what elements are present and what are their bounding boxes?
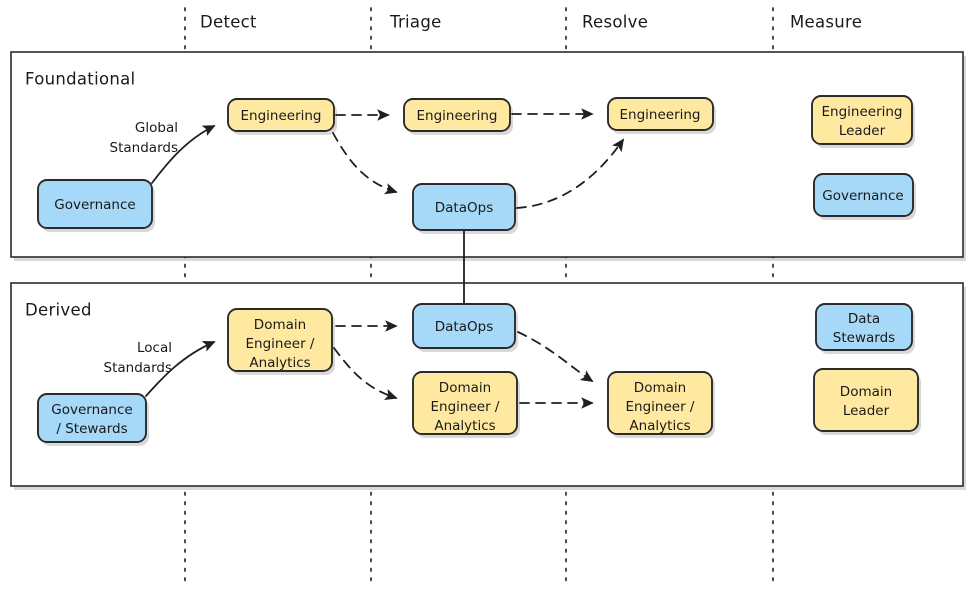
lane-title-foundational: Foundational	[25, 70, 135, 89]
edge-label-global-standards-line1: Global	[135, 120, 178, 136]
column-header-triage: Triage	[389, 13, 442, 32]
node-label-line2: Engineer /	[246, 336, 315, 352]
node-body	[813, 368, 919, 432]
node-label-line1: Domain	[439, 380, 491, 396]
node-label-line2: Leader	[839, 123, 886, 139]
node-label-line1: Governance	[51, 402, 132, 418]
node-label-line2: Engineer /	[626, 399, 695, 415]
node-label-line2: Leader	[843, 403, 890, 419]
node-label-line1: Domain	[840, 384, 892, 400]
node-governance-measure[interactable]: Governance	[813, 173, 916, 220]
node-label-line1: Domain	[634, 380, 686, 396]
node-label: Engineering	[241, 108, 322, 124]
node-domain-engineer-resolve[interactable]: Domain Engineer / Analytics	[607, 371, 715, 438]
column-headers: Detect Triage Resolve Measure	[200, 13, 862, 32]
node-label-line3: Analytics	[434, 418, 495, 434]
node-label-line1: Engineering	[822, 104, 903, 120]
node-domain-engineer-detect[interactable]: Domain Engineer / Analytics	[227, 308, 335, 375]
column-header-detect: Detect	[200, 13, 257, 32]
node-label-line2: Engineer /	[431, 399, 500, 415]
lane-title-derived: Derived	[25, 301, 92, 320]
swimlane-diagram: Detect Triage Resolve Measure Foundation…	[0, 0, 978, 590]
node-engineering-triage[interactable]: Engineering	[403, 98, 513, 135]
node-domain-leader[interactable]: Domain Leader	[813, 368, 921, 435]
node-label: Governance	[822, 188, 903, 204]
node-label-line2: / Stewards	[56, 421, 127, 437]
node-dataops-derived[interactable]: DataOps	[412, 303, 518, 352]
node-label-line3: Analytics	[629, 418, 690, 434]
node-governance-stewards[interactable]: Governance / Stewards	[37, 393, 149, 446]
node-engineering-detect[interactable]: Engineering	[227, 98, 337, 135]
node-engineering-resolve[interactable]: Engineering	[607, 97, 716, 134]
node-domain-engineer-triage[interactable]: Domain Engineer / Analytics	[412, 371, 520, 438]
node-label-line2: Stewards	[833, 330, 895, 346]
node-label: DataOps	[435, 200, 493, 216]
edge-label-local-standards-line2: Standards	[104, 360, 172, 376]
node-label-line1: Domain	[254, 317, 306, 333]
node-label-line1: Data	[848, 311, 880, 327]
edge-label-local-standards-line1: Local	[137, 340, 172, 356]
node-label: Engineering	[620, 107, 701, 123]
node-dataops-foundational[interactable]: DataOps	[412, 183, 518, 234]
node-data-stewards[interactable]: Data Stewards	[815, 303, 915, 354]
diagram-canvas: Detect Triage Resolve Measure Foundation…	[10, 7, 966, 583]
node-label-line3: Analytics	[249, 355, 310, 371]
node-label: Engineering	[417, 108, 498, 124]
column-header-measure: Measure	[790, 13, 862, 32]
node-label: DataOps	[435, 319, 493, 335]
node-engineering-leader[interactable]: Engineering Leader	[811, 95, 915, 148]
column-header-resolve: Resolve	[582, 13, 648, 32]
node-label: Governance	[54, 197, 135, 213]
node-governance-foundational[interactable]: Governance	[37, 179, 155, 232]
edge-label-global-standards-line2: Standards	[110, 140, 178, 156]
